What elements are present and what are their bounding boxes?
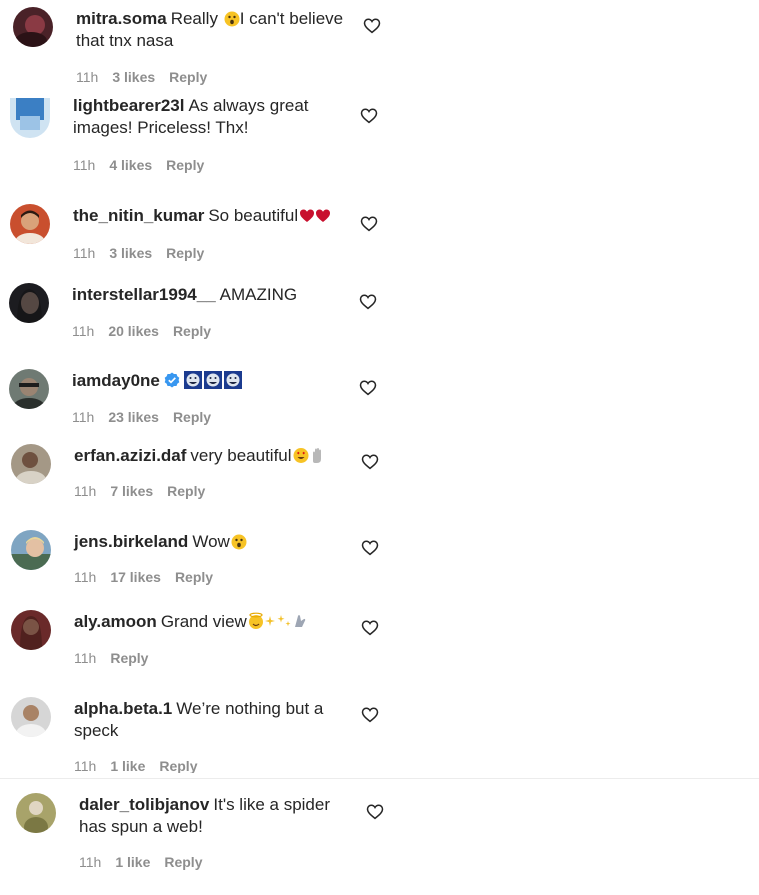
comment-username[interactable]: aly.amoon bbox=[74, 612, 157, 631]
comment-meta: 11h 20 likes Reply bbox=[72, 323, 225, 339]
comment-body: Grand view bbox=[160, 612, 247, 631]
heart-outline-icon[interactable] bbox=[361, 706, 379, 724]
comment-text: aly.amoon Grand view bbox=[74, 611, 354, 633]
verified-badge-icon bbox=[164, 372, 180, 388]
comment-likes[interactable]: 17 likes bbox=[110, 569, 161, 585]
comment-time: 11h bbox=[76, 69, 99, 85]
comment-text: erfan.azizi.daf very beautiful bbox=[74, 445, 354, 467]
comment-text: the_nitin_kumar So beautiful bbox=[73, 205, 353, 227]
comment-username[interactable]: mitra.soma bbox=[76, 9, 167, 28]
heart-outline-icon[interactable] bbox=[360, 215, 378, 233]
comment-time: 11h bbox=[79, 854, 102, 870]
comment-body: So beautiful bbox=[208, 206, 299, 225]
reply-button[interactable]: Reply bbox=[110, 650, 148, 666]
comment-text: jens.birkeland Wow bbox=[74, 531, 354, 553]
comment-text: alpha.beta.1 We’re nothing but a speck bbox=[74, 698, 354, 742]
comment-likes[interactable]: 3 likes bbox=[109, 245, 152, 261]
comment-time: 11h bbox=[73, 157, 96, 173]
reply-button[interactable]: Reply bbox=[169, 69, 207, 85]
comment-time: 11h bbox=[74, 483, 97, 499]
comment-meta: 11h 23 likes Reply bbox=[72, 409, 225, 425]
avatar[interactable] bbox=[9, 283, 49, 323]
comment-body: Wow bbox=[192, 532, 230, 551]
comment-likes[interactable]: 4 likes bbox=[109, 157, 152, 173]
avatar[interactable] bbox=[16, 793, 56, 833]
heart-outline-icon[interactable] bbox=[361, 619, 379, 637]
avatar[interactable] bbox=[10, 204, 50, 244]
comment-time: 11h bbox=[74, 569, 97, 585]
heart-eyes-and-wave-emoji-icon bbox=[293, 448, 321, 463]
comment-meta: 11h 3 likes Reply bbox=[76, 69, 221, 85]
reply-button[interactable]: Reply bbox=[159, 758, 197, 773]
heart-outline-icon[interactable] bbox=[359, 379, 377, 397]
innocent-sparkles-emoji-icon bbox=[248, 612, 306, 629]
reply-button[interactable]: Reply bbox=[175, 569, 213, 585]
comment-likes[interactable]: 20 likes bbox=[108, 323, 159, 339]
comment-body: very beautiful bbox=[190, 446, 292, 465]
comment-meta: 11h Reply bbox=[74, 650, 162, 666]
comment-likes[interactable]: 7 likes bbox=[110, 483, 153, 499]
avatar[interactable] bbox=[9, 369, 49, 409]
avatar[interactable] bbox=[11, 697, 51, 737]
comment-meta: 11h 1 like Reply bbox=[79, 854, 216, 870]
comment-meta: 11h 7 likes Reply bbox=[74, 483, 219, 499]
comment-text: mitra.soma Really I can't believe that tn… bbox=[76, 8, 356, 52]
comment-username[interactable]: erfan.azizi.daf bbox=[74, 446, 186, 465]
reply-button[interactable]: Reply bbox=[166, 245, 204, 261]
reply-button[interactable]: Reply bbox=[173, 409, 211, 425]
comment-meta: 11h 3 likes Reply bbox=[73, 245, 218, 261]
avatar[interactable] bbox=[10, 98, 50, 138]
comment-text: interstellar1994__ AMAZING bbox=[72, 284, 352, 306]
crying-laughing-emoji-icon bbox=[183, 371, 242, 389]
avatar[interactable] bbox=[11, 610, 51, 650]
astonished-emoji-icon bbox=[231, 534, 247, 550]
reply-button[interactable]: Reply bbox=[167, 483, 205, 499]
red-heart-emoji-icon bbox=[300, 209, 331, 222]
comment-likes[interactable]: 1 like bbox=[115, 854, 150, 870]
comment-body: Really bbox=[170, 9, 218, 28]
comment-text: iamday0ne bbox=[72, 370, 352, 392]
divider bbox=[0, 778, 759, 779]
reply-button[interactable]: Reply bbox=[173, 323, 211, 339]
comment-username[interactable]: the_nitin_kumar bbox=[73, 206, 204, 225]
comment-meta: 11h 1 like Reply bbox=[74, 758, 211, 773]
comment-username[interactable]: daler_tolibjanov bbox=[79, 795, 209, 814]
comment-text: daler_tolibjanov It's like a spider has s… bbox=[79, 794, 359, 838]
heart-outline-icon[interactable] bbox=[359, 293, 377, 311]
comment-body: AMAZING bbox=[219, 285, 298, 304]
comment-meta: 11h 4 likes Reply bbox=[73, 157, 218, 173]
comment-username[interactable]: jens.birkeland bbox=[74, 532, 188, 551]
heart-outline-icon[interactable] bbox=[366, 803, 384, 821]
astonished-emoji-icon bbox=[224, 11, 240, 27]
comment-username[interactable]: interstellar1994__ bbox=[72, 285, 216, 304]
comment-time: 11h bbox=[74, 758, 97, 773]
heart-outline-icon[interactable] bbox=[361, 453, 379, 471]
comment-text: lightbearer23l As always great images! Pr… bbox=[73, 95, 353, 139]
heart-outline-icon[interactable] bbox=[360, 107, 378, 125]
reply-button[interactable]: Reply bbox=[166, 157, 204, 173]
comment-likes[interactable]: 3 likes bbox=[112, 69, 155, 85]
comment-time: 11h bbox=[72, 323, 95, 339]
avatar[interactable] bbox=[11, 444, 51, 484]
comment-username[interactable]: lightbearer23l bbox=[73, 96, 185, 115]
reply-button[interactable]: Reply bbox=[164, 854, 202, 870]
comment-username[interactable]: iamday0ne bbox=[72, 371, 160, 390]
comment-time: 11h bbox=[74, 650, 97, 666]
comment-likes[interactable]: 23 likes bbox=[108, 409, 159, 425]
comment-likes[interactable]: 1 like bbox=[110, 758, 145, 773]
avatar[interactable] bbox=[13, 7, 53, 47]
heart-outline-icon[interactable] bbox=[361, 539, 379, 557]
heart-outline-icon[interactable] bbox=[363, 17, 381, 35]
comment-time: 11h bbox=[72, 409, 95, 425]
comment-username[interactable]: alpha.beta.1 bbox=[74, 699, 172, 718]
comment-time: 11h bbox=[73, 245, 96, 261]
avatar[interactable] bbox=[11, 530, 51, 570]
comment-meta: 11h 17 likes Reply bbox=[74, 569, 227, 585]
